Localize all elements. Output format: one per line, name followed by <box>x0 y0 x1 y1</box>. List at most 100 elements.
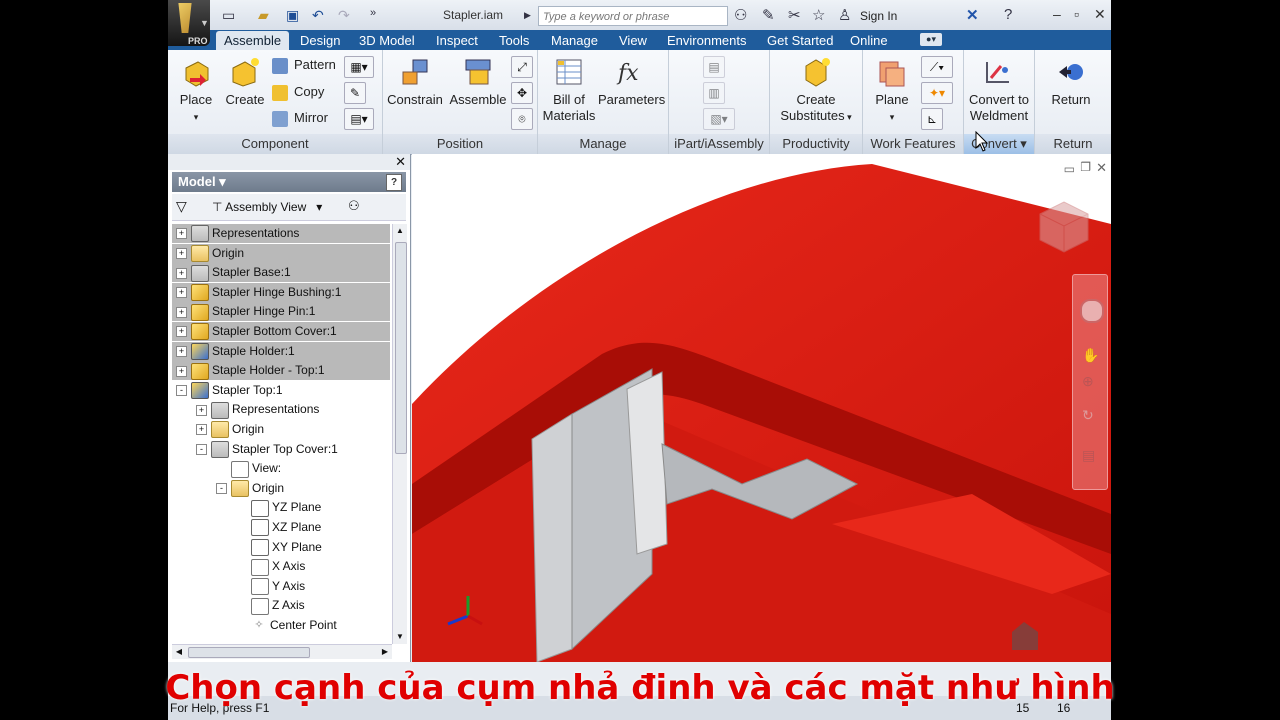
zoom-icon[interactable]: ⊕ <box>1082 373 1094 390</box>
pan-hand-icon[interactable]: ✋ <box>1082 347 1099 364</box>
graphics-viewport[interactable]: ▭ ❐ ✕ <box>412 154 1111 662</box>
tree-item[interactable]: Z Axis <box>172 596 392 615</box>
tab-environments[interactable]: Environments <box>667 31 746 50</box>
tab-3d-model[interactable]: 3D Model <box>359 31 415 50</box>
rotate-icon[interactable]: ✥ <box>511 82 533 104</box>
tree-item[interactable]: + Representations <box>172 224 390 243</box>
viewport-restore-icon[interactable]: ❐ <box>1080 160 1091 174</box>
ipart-member-icon[interactable]: ▧▾ <box>703 108 735 130</box>
close-icon[interactable]: ✕ <box>395 154 406 170</box>
bill-of-materials-button[interactable]: Bill of Materials <box>540 56 598 124</box>
tab-get-started[interactable]: Get Started <box>767 31 833 50</box>
tab-assemble[interactable]: Assemble <box>216 31 290 50</box>
assembly-view-selector[interactable]: ⊤ Assembly View ▾ <box>212 200 322 214</box>
expand-plus-icon[interactable]: + <box>176 228 187 240</box>
tab-inspect[interactable]: Inspect <box>436 31 478 50</box>
tree-item[interactable]: + Stapler Hinge Bushing:1 <box>172 282 390 302</box>
ribbon-options-icon[interactable]: ●▾ <box>920 33 942 46</box>
horizontal-scrollbar[interactable]: ◀ ▶ <box>172 644 392 659</box>
tree-item[interactable]: + Representations <box>172 400 392 419</box>
restore-icon[interactable]: ▫ <box>1074 6 1079 22</box>
expand-plus-icon[interactable]: + <box>196 424 207 436</box>
binoculars-icon[interactable]: ⚇ <box>734 6 747 24</box>
user-icon[interactable]: ♙ <box>838 6 851 24</box>
grid-options-icon[interactable]: ▦▾ <box>344 56 374 78</box>
tab-online[interactable]: Online <box>850 31 888 50</box>
undo-icon[interactable]: ↶ <box>312 7 324 24</box>
constrain-button[interactable]: Constrain <box>387 56 443 108</box>
scroll-down-icon[interactable]: ▼ <box>393 630 407 644</box>
save-icon[interactable]: ▣ <box>286 7 299 24</box>
create-button[interactable]: Create <box>222 56 268 108</box>
expand-plus-icon[interactable]: + <box>176 326 187 338</box>
edit-feature-icon[interactable]: ✎ <box>344 82 366 104</box>
filter-icon[interactable]: ▽ <box>176 198 187 215</box>
convert-to-weldment-button[interactable]: Convert to Weldment <box>964 56 1034 124</box>
ipart-author-icon[interactable]: ▤ <box>703 56 725 78</box>
ucs-icon[interactable]: ⊾ <box>921 108 943 130</box>
expand-plus-icon[interactable]: + <box>176 287 187 299</box>
expand-plus-icon[interactable]: + <box>176 247 187 259</box>
vertical-scrollbar[interactable]: ▲ ▼ <box>392 224 407 644</box>
expand-plus-icon[interactable]: + <box>176 267 187 279</box>
tree-item[interactable]: X Axis <box>172 557 392 576</box>
tree-item[interactable]: + Stapler Bottom Cover:1 <box>172 322 390 341</box>
mirror-button[interactable]: Mirror <box>272 107 328 129</box>
stapler-3d-model[interactable] <box>412 154 1111 662</box>
assemble-button[interactable]: Assemble <box>449 56 507 108</box>
create-substitutes-button[interactable]: Create Substitutes ▾ <box>774 56 858 125</box>
shrinkwrap-icon[interactable]: ▤▾ <box>344 108 374 130</box>
tree-item[interactable]: ✧ Center Point <box>172 616 392 635</box>
copy-button[interactable]: Copy <box>272 81 324 103</box>
parameters-button[interactable]: fx Parameters <box>598 56 665 108</box>
tree-item[interactable]: + Origin <box>172 420 392 439</box>
qat-more-icon[interactable]: » <box>370 7 376 19</box>
tree-item[interactable]: + Stapler Base:1 <box>172 263 390 283</box>
scroll-right-icon[interactable]: ▶ <box>378 645 392 659</box>
expand-plus-icon[interactable]: + <box>176 306 187 318</box>
tab-manage[interactable]: Manage <box>551 31 598 50</box>
help-icon[interactable]: ? <box>386 174 402 191</box>
scrollbar-thumb[interactable] <box>395 242 407 454</box>
scroll-up-icon[interactable]: ▲ <box>393 224 407 238</box>
tree-item[interactable]: View: <box>172 459 392 478</box>
collapse-minus-icon[interactable]: - <box>176 385 187 397</box>
binoculars-icon[interactable]: ⚇ <box>348 198 360 214</box>
tree-item[interactable]: + Stapler Hinge Pin:1 <box>172 302 390 322</box>
hscrollbar-thumb[interactable] <box>188 647 310 658</box>
place-button[interactable]: Place ▾ <box>174 56 218 125</box>
ipart-table-icon[interactable]: ▥ <box>703 82 725 104</box>
exchange-icon[interactable]: ✕ <box>966 6 979 24</box>
work-point-icon[interactable]: ✦▾ <box>921 82 953 104</box>
expand-plus-icon[interactable]: + <box>176 345 187 357</box>
tree-item[interactable]: Y Axis <box>172 577 392 596</box>
sign-in-link[interactable]: Sign In <box>860 9 897 23</box>
wrench-icon[interactable]: ✎ <box>762 6 775 24</box>
minimize-icon[interactable]: – <box>1053 6 1061 22</box>
tree-item[interactable]: - Stapler Top:1 <box>172 381 390 400</box>
subscription-icon[interactable]: ✂ <box>788 6 801 24</box>
tree-item[interactable]: XY Plane <box>172 538 392 557</box>
look-at-icon[interactable]: ▤ <box>1082 447 1095 464</box>
viewport-minimize-icon[interactable]: ▭ <box>1064 162 1075 176</box>
axis-icon[interactable]: ⟋▾ <box>921 56 953 78</box>
tree-item[interactable]: + Staple Holder - Top:1 <box>172 361 390 381</box>
expand-plus-icon[interactable]: + <box>176 365 187 377</box>
model-title-bar[interactable]: Model ▾ ? <box>172 172 406 192</box>
favorites-star-icon[interactable]: ☆ <box>812 6 825 24</box>
return-button[interactable]: Return <box>1039 56 1103 108</box>
help-icon[interactable]: ? <box>1004 6 1012 23</box>
tab-design[interactable]: Design <box>300 31 340 50</box>
scroll-left-icon[interactable]: ◀ <box>172 645 186 659</box>
redo-icon[interactable]: ↷ <box>338 7 350 24</box>
tab-tools[interactable]: Tools <box>499 31 529 50</box>
viewport-close-icon[interactable]: ✕ <box>1096 160 1107 176</box>
tree-item[interactable]: - Origin <box>172 479 392 498</box>
tree-item[interactable]: + Staple Holder:1 <box>172 341 390 361</box>
search-input[interactable]: Type a keyword or phrase <box>538 6 728 26</box>
expand-arrow-icon[interactable]: ▶ <box>524 10 531 21</box>
grip-snap-icon[interactable]: ⌾ <box>511 108 533 130</box>
pattern-button[interactable]: Pattern <box>272 54 336 76</box>
steering-wheel-icon[interactable] <box>1080 299 1104 323</box>
close-icon[interactable]: ✕ <box>1094 6 1106 23</box>
